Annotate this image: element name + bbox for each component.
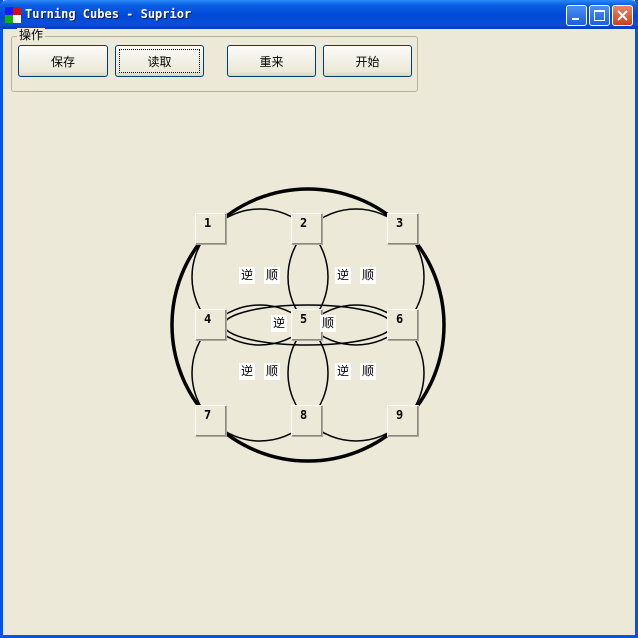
rotate-cw-top-right[interactable]: 顺 xyxy=(360,267,377,284)
cell-9[interactable]: 9 xyxy=(387,405,419,437)
cell-label: 1 xyxy=(204,216,212,230)
rotate-ccw-top-right[interactable]: 逆 xyxy=(335,267,352,284)
cell-3[interactable]: 3 xyxy=(387,213,419,245)
cell-2[interactable]: 2 xyxy=(291,213,323,245)
rotate-ccw-bottom-left[interactable]: 逆 xyxy=(239,363,256,380)
cell-label: 2 xyxy=(300,216,308,230)
rotate-cw-top-left[interactable]: 顺 xyxy=(264,267,281,284)
cell-8[interactable]: 8 xyxy=(291,405,323,437)
rotate-ccw-center[interactable]: 逆 xyxy=(271,315,288,332)
cell-label: 8 xyxy=(300,408,308,422)
cell-label: 3 xyxy=(396,216,404,230)
rotate-ccw-top-left[interactable]: 逆 xyxy=(239,267,256,284)
rotate-cw-bottom-right[interactable]: 顺 xyxy=(360,363,377,380)
cell-7[interactable]: 7 xyxy=(195,405,227,437)
cell-label: 6 xyxy=(396,312,404,326)
cell-1[interactable]: 1 xyxy=(195,213,227,245)
cell-label: 9 xyxy=(396,408,404,422)
cell-label: 5 xyxy=(300,312,308,326)
cell-5[interactable]: 5 xyxy=(291,309,323,341)
cell-label: 7 xyxy=(204,408,212,422)
cell-label: 4 xyxy=(204,312,212,326)
cell-4[interactable]: 4 xyxy=(195,309,227,341)
rotate-ccw-bottom-right[interactable]: 逆 xyxy=(335,363,352,380)
rotate-cw-bottom-left[interactable]: 顺 xyxy=(264,363,281,380)
cell-6[interactable]: 6 xyxy=(387,309,419,341)
rotate-cw-center[interactable]: 顺 xyxy=(320,315,337,332)
